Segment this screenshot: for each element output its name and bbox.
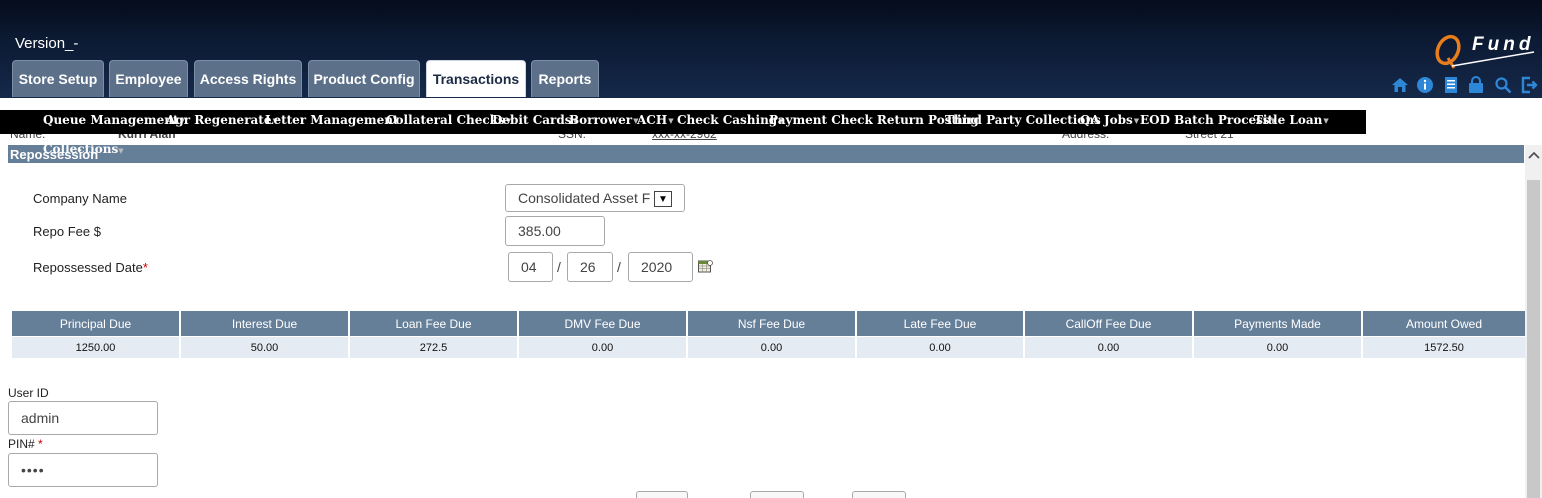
date-month-input[interactable]: 04: [508, 252, 553, 282]
cell-amount-owed: 1572.50: [1363, 337, 1525, 358]
action-button[interactable]: [750, 491, 804, 498]
menu-collections[interactable]: Collections▼: [43, 142, 124, 156]
menu-borrower[interactable]: Borrower▼: [569, 113, 638, 127]
date-separator: /: [557, 259, 561, 275]
tab-transactions[interactable]: Transactions: [426, 60, 526, 97]
company-name-select[interactable]: Consolidated Asset F ▼: [505, 184, 685, 212]
user-id-label: User ID: [8, 386, 49, 400]
pin-input[interactable]: ••••: [8, 453, 158, 487]
date-day-input[interactable]: 26: [567, 252, 613, 282]
tab-product-config[interactable]: Product Config: [308, 60, 420, 97]
user-id-input[interactable]: admin: [8, 401, 158, 435]
tab-access-rights[interactable]: Access Rights: [194, 60, 302, 97]
cell-principal-due: 1250.00: [12, 337, 179, 358]
scrollbar-thumb[interactable]: [1527, 180, 1540, 498]
header-principal-due: Principal Due: [12, 311, 179, 336]
logout-icon[interactable]: [1519, 75, 1539, 95]
header-calloff-fee-due: CallOff Fee Due: [1025, 311, 1192, 336]
header-loan-fee-due: Loan Fee Due: [350, 311, 517, 336]
header-dmv-fee-due: DMV Fee Due: [519, 311, 686, 336]
menu-third-party-collections[interactable]: Third Party Collections: [945, 113, 1101, 127]
menu-qa-jobs[interactable]: QA Jobs▼: [1080, 113, 1139, 127]
info-icon[interactable]: [1415, 75, 1435, 95]
repossessed-date-label: Repossessed Date*: [33, 260, 148, 275]
header-late-fee-due: Late Fee Due: [857, 311, 1023, 336]
menu-check-cashing[interactable]: Check Cashing▼: [677, 113, 784, 127]
cell-loan-fee-due: 272.5: [350, 337, 517, 358]
date-year-input[interactable]: 2020: [628, 252, 693, 282]
chevron-down-icon: ▼: [668, 116, 674, 125]
pin-label: PIN# *: [8, 437, 43, 451]
repossession-section-header: [8, 145, 1524, 163]
header-amount-owed: Amount Owed: [1363, 311, 1525, 336]
tab-store-setup[interactable]: Store Setup: [12, 60, 104, 97]
menu-debit-cards[interactable]: Debit Cards▼: [492, 113, 578, 127]
chevron-down-icon: ▼: [118, 146, 124, 155]
cell-payments-made: 0.00: [1194, 337, 1361, 358]
company-name-value: Consolidated Asset F: [518, 190, 651, 206]
notes-icon[interactable]: [1441, 75, 1461, 95]
menu-letter-management[interactable]: Letter Management: [265, 113, 398, 127]
logo-text: Fund: [1472, 34, 1534, 55]
menu-title-loan[interactable]: Title Loan▼: [1254, 113, 1329, 127]
cell-dmv-fee-due: 0.00: [519, 337, 686, 358]
version-label: Version_-: [15, 35, 79, 52]
date-separator: /: [617, 259, 621, 275]
cell-interest-due: 50.00: [181, 337, 348, 358]
header-nsf-fee-due: Nsf Fee Due: [688, 311, 855, 336]
header-interest-due: Interest Due: [181, 311, 348, 336]
home-icon[interactable]: [1390, 75, 1410, 95]
lock-icon[interactable]: [1466, 75, 1486, 95]
chevron-down-icon: ▼: [1323, 116, 1329, 125]
menu-ach[interactable]: ACH▼: [637, 113, 674, 127]
repo-fee-label: Repo Fee $: [33, 224, 101, 239]
cell-calloff-fee-due: 0.00: [1025, 337, 1192, 358]
search-icon[interactable]: [1493, 75, 1513, 95]
scroll-up-arrow-icon[interactable]: [1525, 145, 1542, 165]
company-name-label: Company Name: [33, 191, 127, 206]
qfund-logo: Fund: [1435, 34, 1535, 69]
cell-nsf-fee-due: 0.00: [688, 337, 855, 358]
menu-queue-management[interactable]: Queue Management▼: [43, 113, 185, 127]
tab-reports[interactable]: Reports: [531, 60, 599, 97]
cell-late-fee-due: 0.00: [857, 337, 1023, 358]
header-payments-made: Payments Made: [1194, 311, 1361, 336]
dropdown-arrow-icon[interactable]: ▼: [654, 191, 672, 207]
repo-fee-input[interactable]: 385.00: [505, 216, 605, 246]
calendar-icon[interactable]: [698, 259, 713, 274]
menu-agr-regenerate[interactable]: Agr Regenerate▼: [166, 113, 278, 127]
chevron-down-icon: ▼: [1133, 116, 1140, 125]
action-button[interactable]: [636, 491, 688, 498]
tab-employee[interactable]: Employee: [109, 60, 188, 97]
action-button[interactable]: [852, 491, 906, 498]
